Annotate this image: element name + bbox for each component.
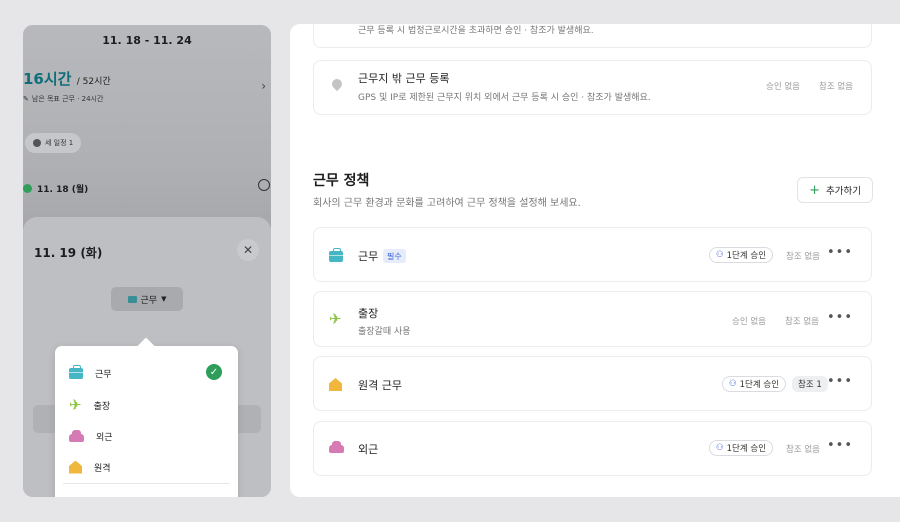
worked-hours-value: 16시간 xyxy=(23,70,72,88)
car-icon xyxy=(329,441,344,453)
dropdown-divider xyxy=(63,483,230,484)
policy-row-work[interactable]: 근무 필수 ⚇ 1단계 승인 참조 없음 ••• xyxy=(313,227,872,282)
more-options-icon[interactable]: ••• xyxy=(827,245,853,260)
work-type-select[interactable]: 근무 ▼ xyxy=(111,287,183,311)
approval-label: 1단계 승인 xyxy=(726,444,767,454)
briefcase-icon xyxy=(69,364,83,379)
approver-icon: ⚇ xyxy=(716,443,724,453)
policy-name: 근무 xyxy=(358,250,379,263)
sheet-title: 11. 19 (화) xyxy=(34,246,103,260)
approval-badge: ⚇ 1단계 승인 xyxy=(722,376,787,392)
bottom-sheet: 11. 19 (화) ✕ 근무 ▼ 근무 ✓ ✈ 출장 외근 원격 xyxy=(23,217,271,497)
briefcase-icon xyxy=(127,295,137,303)
home-icon xyxy=(329,378,342,391)
home-icon xyxy=(69,460,82,474)
approval-status: 승인 없음 xyxy=(766,82,800,92)
caret-down-icon: ▼ xyxy=(161,295,167,303)
policy-name: 원격 근무 xyxy=(358,379,402,392)
add-policy-button[interactable]: + 추가하기 xyxy=(797,177,873,203)
schedule-chip[interactable]: 세 일정 1 xyxy=(25,133,82,153)
airplane-icon: ✈ xyxy=(329,310,342,328)
dropdown-item-label: 외근 xyxy=(96,432,113,443)
policy-name: 출장 xyxy=(358,307,379,320)
overtime-approval-row[interactable]: 근무 등록 시 법정근로시간을 초과하면 승인 · 참조가 발생해요. xyxy=(313,24,872,48)
settings-panel: 근무 등록 시 법정근로시간을 초과하면 승인 · 참조가 발생해요. 근무지 … xyxy=(290,24,900,497)
approval-badge: ⚇ 1단계 승인 xyxy=(709,247,774,263)
section-title: 근무 정책 xyxy=(313,173,370,189)
airplane-icon: ✈ xyxy=(69,395,82,414)
policy-description: 출장갈때 사용 xyxy=(358,327,411,337)
policy-row-trip[interactable]: ✈ 출장 출장갈때 사용 승인 없음 참조 없음 ••• xyxy=(313,291,872,347)
reference-status: 참조 없음 xyxy=(786,252,820,262)
policy-name: 외근 xyxy=(358,443,379,456)
add-policy-label: 추가하기 xyxy=(825,186,861,197)
schedule-icon xyxy=(33,139,41,147)
remaining-hours: ✎ 남은 목표 근무 · 24시간 xyxy=(23,94,103,104)
check-icon: ✓ xyxy=(206,364,222,380)
row-description: 근무 등록 시 법정근로시간을 초과하면 승인 · 참조가 발생해요. xyxy=(358,26,594,36)
approver-icon: ⚇ xyxy=(716,250,724,260)
briefcase-icon xyxy=(329,248,343,262)
car-icon xyxy=(69,429,84,442)
dropdown-item-remote[interactable]: 원격 xyxy=(69,457,111,477)
dropdown-item-trip[interactable]: ✈ 출장 xyxy=(69,395,110,415)
policy-row-outside[interactable]: 외근 ⚇ 1단계 승인 참조 없음 ••• xyxy=(313,421,872,476)
reference-status: 참조 없음 xyxy=(785,317,819,327)
week-range: 11. 18 - 11. 24 xyxy=(102,34,192,47)
chevron-right-icon[interactable]: › xyxy=(261,79,266,93)
reference-status: 참조 없음 xyxy=(786,445,820,455)
schedule-chip-label: 세 일정 1 xyxy=(45,139,74,147)
dropdown-item-label: 근무 xyxy=(95,369,112,380)
row-title: 근무지 밖 근무 등록 xyxy=(358,72,450,85)
outside-location-row[interactable]: 근무지 밖 근무 등록 GPS 및 IP로 제한된 근무지 위치 외에서 근무 … xyxy=(313,60,872,115)
approver-icon: ⚇ xyxy=(729,379,737,389)
worked-hours: 16시간 / 52시간 xyxy=(23,68,111,89)
row-description: GPS 및 IP로 제한된 근무지 위치 외에서 근무 등록 시 승인 · 참조… xyxy=(358,93,651,103)
more-options-icon[interactable]: ••• xyxy=(827,438,853,453)
required-badge: 필수 xyxy=(383,249,406,263)
mobile-preview: 11. 18 - 11. 24 16시간 / 52시간 ✎ 남은 목표 근무 ·… xyxy=(23,25,271,497)
approval-status: 승인 없음 xyxy=(732,317,766,327)
dropdown-item-label: 출장 xyxy=(93,401,111,412)
dropdown-item-label: 원격 xyxy=(94,463,111,474)
remaining-hours-label: 남은 목표 근무 · 24시간 xyxy=(31,95,104,103)
pencil-icon: ✎ xyxy=(23,95,29,103)
clock-icon[interactable] xyxy=(258,179,270,191)
approval-label: 1단계 승인 xyxy=(726,251,767,261)
total-hours: / 52시간 xyxy=(76,77,111,87)
work-type-select-label: 근무 xyxy=(140,295,158,306)
location-pin-icon xyxy=(331,79,343,93)
dropdown-item-outside[interactable]: 외근 xyxy=(69,426,113,446)
policy-row-remote[interactable]: 원격 근무 ⚇ 1단계 승인 참조 1 ••• xyxy=(313,356,872,411)
plus-icon: + xyxy=(809,182,820,198)
day-row[interactable]: 11. 18 (월) xyxy=(23,182,88,195)
close-icon[interactable]: ✕ xyxy=(237,239,259,261)
approval-label: 1단계 승인 xyxy=(739,380,780,390)
day-label: 11. 18 (월) xyxy=(37,185,89,195)
dropdown-item-work[interactable]: 근무 xyxy=(69,363,112,383)
more-options-icon[interactable]: ••• xyxy=(827,374,853,389)
approval-badge: ⚇ 1단계 승인 xyxy=(709,440,774,456)
work-type-dropdown: 근무 ✓ ✈ 출장 외근 원격 ☂ 연차 xyxy=(55,346,238,497)
more-options-icon[interactable]: ••• xyxy=(827,310,853,325)
reference-status: 참조 없음 xyxy=(819,82,853,92)
dropdown-item-leave[interactable]: ☂ 연차 xyxy=(69,494,110,497)
reference-badge: 참조 1 xyxy=(792,376,828,392)
status-dot-icon xyxy=(23,184,32,193)
section-description: 회사의 근무 환경과 문화를 고려하여 근무 정책을 설정해 보세요. xyxy=(313,198,581,209)
